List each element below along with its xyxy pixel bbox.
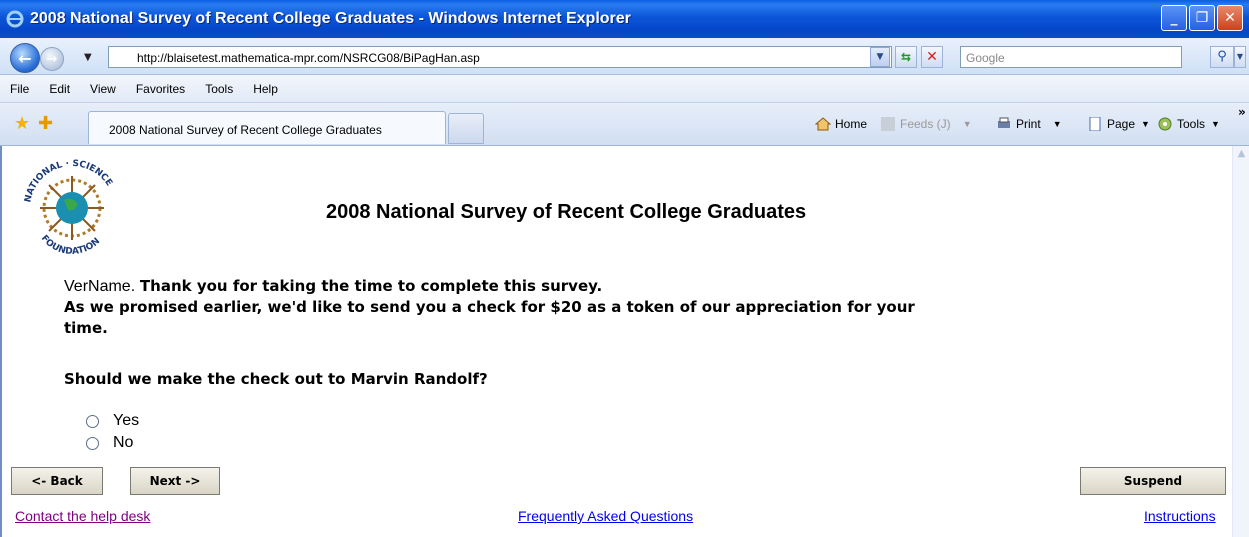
- menu-view[interactable]: View: [90, 82, 116, 96]
- nsf-logo: NATIONAL · SCIENCE FOUNDATION: [23, 159, 114, 257]
- page-label: Page: [1107, 117, 1136, 131]
- back-button[interactable]: <- Back: [11, 467, 103, 495]
- question-text: Should we make the check out to Marvin R…: [64, 370, 488, 388]
- new-tab-button[interactable]: [448, 113, 484, 144]
- tools-label: Tools: [1177, 117, 1206, 131]
- window-title: 2008 National Survey of Recent College G…: [30, 10, 631, 27]
- radio-yes[interactable]: [86, 414, 99, 428]
- forward-nav-button[interactable]: →: [40, 47, 64, 71]
- url-input[interactable]: http://blaisetest.mathematica-mpr.com/NS…: [108, 46, 892, 68]
- radio-no[interactable]: [86, 436, 99, 450]
- page-title: 2008 National Survey of Recent College G…: [326, 201, 807, 223]
- print-button[interactable]: Print ▼: [996, 117, 1062, 131]
- tools-button[interactable]: Tools ▼: [1157, 117, 1220, 131]
- search-input[interactable]: Google: [960, 46, 1182, 68]
- close-button[interactable]: ✕: [1217, 5, 1243, 31]
- tab-command-bar: ★ ✚ 2008 National Survey of Recent Colle…: [0, 103, 1249, 146]
- url-dropdown-icon[interactable]: ▼: [870, 47, 890, 67]
- menu-file[interactable]: File: [10, 82, 29, 96]
- feeds-dropdown-icon[interactable]: ▼: [963, 119, 972, 129]
- feeds-button[interactable]: Feeds (J) ▼: [880, 117, 972, 131]
- favorites-star-icon[interactable]: ★: [14, 113, 30, 134]
- minimize-button[interactable]: _: [1161, 5, 1187, 31]
- menu-favorites[interactable]: Favorites: [136, 82, 185, 96]
- back-nav-button[interactable]: ←: [10, 43, 40, 73]
- print-dropdown-icon[interactable]: ▼: [1053, 119, 1062, 129]
- svg-text:FOUNDATION: FOUNDATION: [39, 234, 102, 257]
- feeds-icon: [881, 117, 895, 131]
- instructions-link[interactable]: Instructions: [1144, 508, 1216, 524]
- maximize-button[interactable]: ❐: [1189, 5, 1215, 31]
- intro-line-2: As we promised earlier, we'd like to sen…: [64, 298, 915, 337]
- page-content: NATIONAL · SCIENCE FOUNDATION 2008 Natio…: [0, 146, 1249, 537]
- home-button[interactable]: Home ▼: [815, 117, 888, 131]
- internet-explorer-icon: [6, 10, 24, 28]
- suspend-button[interactable]: Suspend: [1080, 467, 1226, 495]
- next-button[interactable]: Next ->: [130, 467, 220, 495]
- search-options-dropdown-icon[interactable]: ▼: [1234, 46, 1246, 68]
- help-desk-link[interactable]: Contact the help desk: [15, 508, 150, 524]
- printer-icon: [998, 117, 1010, 128]
- option-no[interactable]: No: [86, 434, 133, 452]
- tools-dropdown-icon[interactable]: ▼: [1211, 119, 1220, 129]
- home-icon: [815, 117, 831, 131]
- back-arrow-icon: ←: [18, 48, 32, 68]
- page-button[interactable]: Page ▼: [1087, 117, 1150, 131]
- menu-edit[interactable]: Edit: [49, 82, 70, 96]
- menu-bar: File Edit View Favorites Tools Help: [0, 75, 1249, 103]
- home-label: Home: [835, 117, 868, 131]
- add-favorites-icon[interactable]: ✚: [38, 113, 53, 134]
- stop-icon[interactable]: ✕: [921, 46, 943, 68]
- scroll-up-icon[interactable]: ▲: [1235, 148, 1248, 163]
- recent-pages-dropdown-icon[interactable]: ▼: [84, 52, 92, 63]
- menu-tools[interactable]: Tools: [205, 82, 233, 96]
- forward-arrow-icon: →: [46, 51, 58, 67]
- faq-link[interactable]: Frequently Asked Questions: [518, 508, 693, 524]
- survey-intro: VerName. Thank you for taking the time t…: [64, 276, 944, 339]
- vertical-scrollbar[interactable]: ▲: [1232, 146, 1249, 537]
- print-label: Print: [1016, 117, 1041, 131]
- feeds-label: Feeds (J): [900, 117, 951, 131]
- option-yes-label: Yes: [113, 412, 140, 429]
- intro-line-1: Thank you for taking the time to complet…: [139, 277, 603, 295]
- window-titlebar: 2008 National Survey of Recent College G…: [0, 0, 1249, 38]
- page-dropdown-icon[interactable]: ▼: [1141, 119, 1150, 129]
- more-commands-chevron-icon[interactable]: »: [1238, 105, 1246, 119]
- search-icon[interactable]: ⚲: [1210, 46, 1234, 68]
- address-toolbar: ← → ▼ http://blaisetest.mathematica-mpr.…: [0, 38, 1249, 75]
- gear-icon: [1158, 117, 1172, 131]
- option-yes[interactable]: Yes: [86, 412, 139, 430]
- option-no-label: No: [113, 434, 134, 451]
- page-icon: [1089, 117, 1101, 131]
- menu-help[interactable]: Help: [253, 82, 278, 96]
- varname-label: VerName.: [64, 278, 136, 295]
- logo-text-bottom: FOUNDATION: [39, 234, 102, 257]
- refresh-icon[interactable]: ⇆: [895, 46, 917, 68]
- tab-active[interactable]: 2008 National Survey of Recent College G…: [88, 111, 446, 144]
